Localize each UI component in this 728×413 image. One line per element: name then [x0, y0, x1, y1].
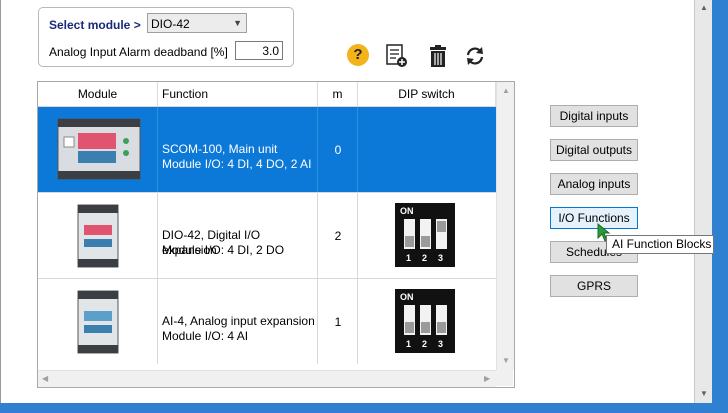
select-module-label: Select module >	[49, 18, 141, 32]
module-image-cell	[38, 279, 158, 364]
table-horizontal-scrollbar[interactable]: ◀ ▶	[38, 370, 496, 387]
dip-cell: ON 1 2 3	[358, 279, 496, 364]
table-row[interactable]: SCOM-100, Main unit Module I/O: 4 DI, 4 …	[38, 106, 496, 192]
table-row[interactable]: DIO-42, Digital I/O expansion Module I/O…	[38, 192, 496, 278]
window-scrollbar[interactable]: ▲ ▼	[694, 0, 714, 403]
function-name: SCOM-100, Main unit	[162, 142, 278, 156]
dip-knob	[421, 322, 430, 333]
dip-cell: ON 1 2 3	[358, 193, 496, 278]
dip-switch-1	[404, 305, 415, 335]
scroll-down-arrow-icon[interactable]: ▼	[695, 386, 713, 402]
module-select-value: DIO-42	[151, 17, 190, 31]
function-cell: SCOM-100, Main unit Module I/O: 4 DI, 4 …	[158, 107, 318, 192]
m-value: 1	[334, 315, 342, 329]
m-value: 0	[334, 143, 342, 157]
scom-100-device-image	[57, 118, 141, 180]
dio-42-device-image	[77, 204, 119, 268]
trash-icon	[430, 45, 446, 67]
gprs-button[interactable]: GPRS	[550, 275, 638, 297]
ai-4-device-image	[77, 290, 119, 354]
dip-switch-2	[420, 219, 431, 249]
add-item-button[interactable]	[385, 44, 409, 68]
help-button[interactable]: ?	[347, 44, 371, 68]
deadband-label: Analog Input Alarm deadband [%]	[49, 45, 228, 59]
table-row[interactable]: AI-4, Analog input expansion Module I/O:…	[38, 278, 496, 364]
column-header-dip-switch[interactable]: DIP switch	[358, 82, 496, 106]
dip-switch-image: ON 1 2 3	[395, 289, 455, 353]
column-header-module[interactable]: Module	[38, 82, 158, 106]
dip-switch-2	[420, 305, 431, 335]
digital-outputs-button[interactable]: Digital outputs	[550, 139, 638, 161]
dip-switch-3	[436, 305, 447, 335]
scroll-left-arrow-icon[interactable]: ◀	[42, 374, 48, 383]
dip-number: 3	[438, 339, 444, 349]
dip-knob	[421, 236, 430, 247]
dip-number: 2	[422, 339, 428, 349]
modules-table: Module Function m DIP switch SCOM-100, M…	[37, 81, 515, 388]
window-frame-right	[712, 0, 728, 413]
function-io: Module I/O: 4 DI, 2 DO	[162, 243, 285, 257]
column-header-m[interactable]: m	[318, 82, 358, 106]
dip-switch-3	[436, 219, 447, 249]
window-frame-bottom	[0, 403, 712, 413]
add-list-icon	[386, 44, 407, 67]
tooltip: AI Function Blocks	[606, 235, 714, 254]
scroll-up-arrow-icon[interactable]: ▲	[695, 0, 713, 16]
scroll-down-arrow-icon[interactable]: ▼	[502, 356, 510, 365]
module-settings-group: Select module > DIO-42 ▼ Analog Input Al…	[38, 7, 294, 67]
dip-knob	[405, 236, 414, 247]
m-value: 2	[334, 229, 342, 243]
dip-number: 1	[406, 253, 412, 263]
function-name: AI-4, Analog input expansion	[162, 314, 315, 328]
chevron-down-icon: ▼	[233, 18, 242, 28]
dip-on-label: ON	[400, 292, 414, 302]
dip-switch-1	[404, 219, 415, 249]
column-header-function[interactable]: Function	[158, 82, 318, 106]
m-cell: 2	[318, 193, 358, 278]
module-image-cell	[38, 107, 158, 192]
help-icon: ?	[347, 44, 369, 66]
dip-number: 3	[438, 253, 444, 263]
scroll-right-arrow-icon[interactable]: ▶	[484, 374, 490, 383]
analog-inputs-button[interactable]: Analog inputs	[550, 173, 638, 195]
dip-on-label: ON	[400, 206, 414, 216]
dip-number: 2	[422, 253, 428, 263]
m-cell: 0	[318, 107, 358, 192]
deadband-input[interactable]: 3.0	[235, 41, 283, 60]
module-image-cell	[38, 193, 158, 278]
io-functions-button[interactable]: I/O Functions	[550, 207, 638, 229]
scrollbar-corner	[496, 370, 513, 386]
function-cell: DIO-42, Digital I/O expansion Module I/O…	[158, 193, 318, 278]
m-cell: 1	[318, 279, 358, 364]
dip-knob	[437, 221, 446, 232]
function-cell: AI-4, Analog input expansion Module I/O:…	[158, 279, 318, 364]
dip-knob	[405, 322, 414, 333]
table-header: Module Function m DIP switch	[38, 82, 496, 106]
refresh-button[interactable]	[463, 44, 487, 68]
delete-button[interactable]	[426, 44, 450, 68]
dip-knob	[437, 322, 446, 333]
dip-cell	[358, 107, 496, 192]
function-io: Module I/O: 4 AI	[162, 329, 249, 343]
table-vertical-scrollbar[interactable]: ▲ ▼	[496, 82, 514, 370]
module-select[interactable]: DIO-42 ▼	[147, 13, 247, 33]
dip-number: 1	[406, 339, 412, 349]
digital-inputs-button[interactable]: Digital inputs	[550, 105, 638, 127]
dip-switch-image: ON 1 2 3	[395, 203, 455, 267]
scroll-up-arrow-icon[interactable]: ▲	[502, 86, 510, 95]
function-io: Module I/O: 4 DI, 4 DO, 2 AI	[162, 157, 312, 171]
refresh-icon	[466, 47, 484, 65]
